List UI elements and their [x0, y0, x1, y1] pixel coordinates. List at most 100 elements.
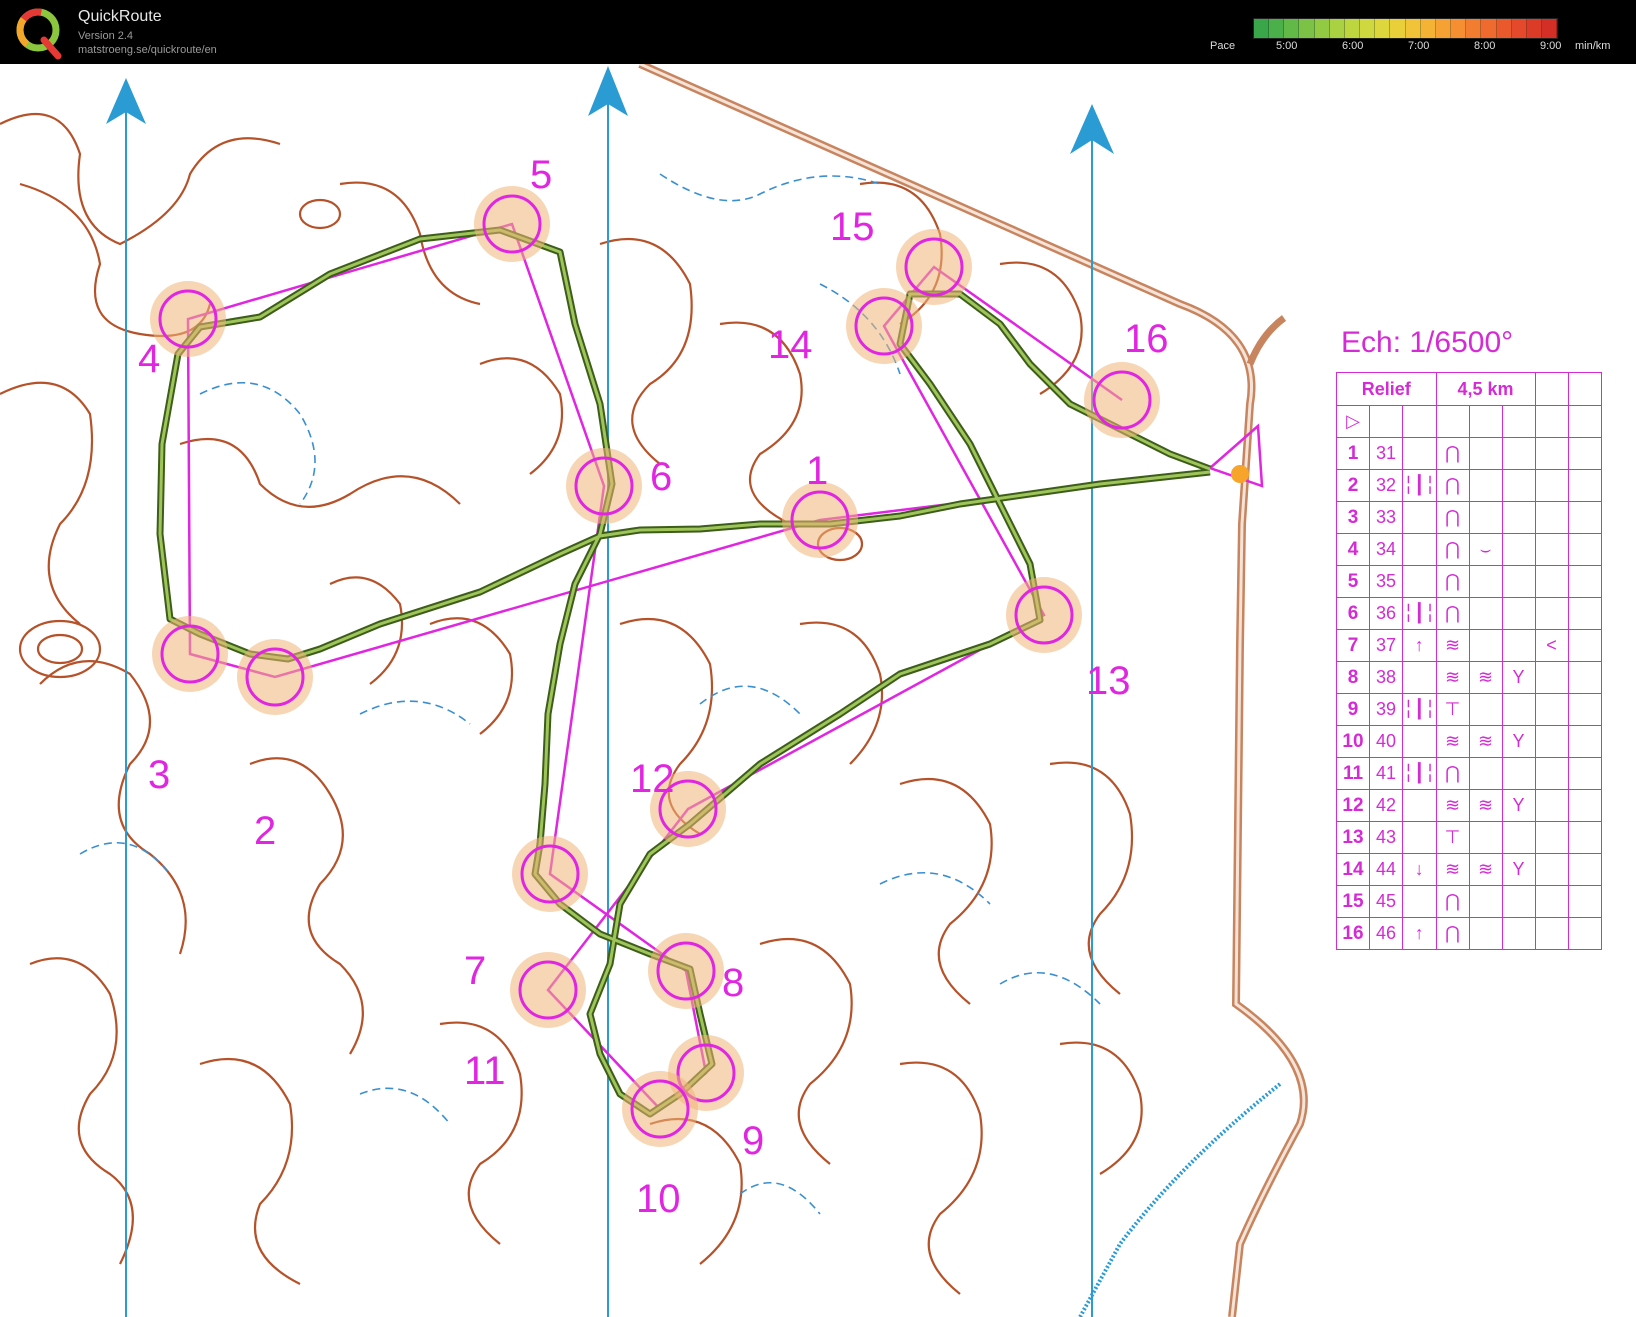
description-row: 11 41 ╎┃╎ ⋂ — [1336, 757, 1602, 790]
column-e-cell: ≋ — [1468, 789, 1503, 822]
control-code-cell: 33 — [1369, 501, 1403, 534]
control-code-cell: 42 — [1369, 789, 1403, 822]
control-code-cell: 35 — [1369, 565, 1403, 598]
control-code-cell: 34 — [1369, 533, 1403, 566]
column-g-cell — [1534, 885, 1569, 918]
description-row: 14 44 ↓ ≋ ≋ Y — [1336, 853, 1602, 886]
start-symbol-icon: ▷ — [1336, 405, 1370, 438]
column-h-cell — [1567, 565, 1602, 598]
column-d-cell: ⋂ — [1435, 533, 1470, 566]
control-number: 13 — [1086, 659, 1131, 703]
column-c-cell — [1402, 565, 1437, 598]
column-c-cell: ↓ — [1402, 853, 1437, 886]
control-code-cell: 36 — [1369, 597, 1403, 630]
pace-color-step — [1451, 19, 1467, 38]
column-d-cell: ≋ — [1435, 661, 1470, 694]
description-row: 15 45 ⋂ — [1336, 885, 1602, 918]
column-f-cell — [1501, 565, 1536, 598]
column-g-cell — [1534, 917, 1569, 950]
column-g-cell — [1534, 565, 1569, 598]
column-f-cell: Y — [1501, 789, 1536, 822]
column-h-cell — [1567, 885, 1602, 918]
column-h-cell — [1567, 725, 1602, 758]
column-f-cell — [1501, 597, 1536, 630]
pace-color-step — [1360, 19, 1376, 38]
control-number: 8 — [722, 961, 744, 1005]
column-h-cell — [1567, 693, 1602, 726]
column-h-cell — [1567, 917, 1602, 950]
column-f-cell: Y — [1501, 853, 1536, 886]
control-number-cell: 11 — [1336, 757, 1370, 790]
column-g-cell — [1534, 693, 1569, 726]
pace-tick: 5:00 — [1276, 40, 1298, 52]
column-f-cell — [1501, 885, 1536, 918]
pace-color-step — [1435, 19, 1452, 38]
column-e-cell — [1468, 757, 1503, 790]
control-number: 4 — [138, 337, 160, 381]
column-c-cell: ╎┃╎ — [1402, 469, 1437, 502]
control-code-cell: 37 — [1369, 629, 1403, 662]
app-url: matstroeng.se/quickroute/en — [78, 44, 217, 56]
column-e-cell: ≋ — [1468, 853, 1503, 886]
column-e-cell — [1468, 437, 1503, 470]
pace-unit: min/km — [1575, 40, 1611, 52]
column-d-cell: ⋂ — [1435, 437, 1470, 470]
column-c-cell: ╎┃╎ — [1402, 597, 1437, 630]
column-d-cell: ⋂ — [1435, 885, 1470, 918]
column-c-cell — [1402, 725, 1437, 758]
app-title: QuickRoute — [78, 8, 162, 25]
control-number: 1 — [806, 449, 828, 493]
column-c-cell — [1402, 661, 1437, 694]
column-f-cell — [1501, 437, 1536, 470]
column-d-cell: ≋ — [1435, 725, 1470, 758]
control-number: 12 — [630, 757, 675, 801]
pace-color-scale — [1253, 18, 1558, 39]
column-f-cell: Y — [1501, 725, 1536, 758]
column-f-cell — [1501, 821, 1536, 854]
column-h-cell — [1567, 661, 1602, 694]
pace-color-step — [1254, 19, 1270, 38]
control-code-cell: 32 — [1369, 469, 1403, 502]
pace-color-step — [1314, 19, 1330, 38]
pace-color-step — [1375, 19, 1391, 38]
pace-color-step — [1344, 19, 1361, 38]
column-g-cell — [1534, 661, 1569, 694]
control-number-cell: 3 — [1336, 501, 1370, 534]
column-c-cell: ╎┃╎ — [1402, 693, 1437, 726]
pace-color-step — [1299, 19, 1315, 38]
pace-color-step — [1329, 19, 1345, 38]
description-row: 4 34 ⋂ ⌣ — [1336, 533, 1602, 566]
column-d-cell: ≋ — [1435, 853, 1470, 886]
column-e-cell: ≋ — [1468, 725, 1503, 758]
description-row: 2 32 ╎┃╎ ⋂ — [1336, 469, 1602, 502]
pace-color-step — [1420, 19, 1436, 38]
column-h-cell — [1567, 853, 1602, 886]
column-f-cell — [1501, 533, 1536, 566]
control-code-cell: 44 — [1369, 853, 1403, 886]
pace-tick: 6:00 — [1342, 40, 1364, 52]
column-g-cell — [1534, 597, 1569, 630]
pace-color-step — [1481, 19, 1497, 38]
climb-label: Relief — [1336, 372, 1437, 406]
column-g-cell — [1534, 725, 1569, 758]
pace-color-step — [1496, 19, 1512, 38]
pace-label: Pace — [1210, 40, 1236, 52]
control-number-cell: 1 — [1336, 437, 1370, 470]
control-number: 2 — [254, 809, 276, 853]
description-row: 5 35 ⋂ — [1336, 565, 1602, 598]
pace-tick: 9:00 — [1540, 40, 1562, 52]
column-g-cell — [1534, 469, 1569, 502]
pace-color-step — [1405, 19, 1421, 38]
description-row: 9 39 ╎┃╎ ⊤ — [1336, 693, 1602, 726]
description-row: 10 40 ≋ ≋ Y — [1336, 725, 1602, 758]
column-c-cell — [1402, 437, 1437, 470]
column-d-cell: ⋂ — [1435, 565, 1470, 598]
control-code-cell: 43 — [1369, 821, 1403, 854]
column-c-cell — [1402, 885, 1437, 918]
description-row: 6 36 ╎┃╎ ⋂ — [1336, 597, 1602, 630]
column-e-cell: ≋ — [1468, 661, 1503, 694]
column-f-cell — [1501, 501, 1536, 534]
pace-color-step — [1466, 19, 1482, 38]
control-number-cell: 8 — [1336, 661, 1370, 694]
description-row: 8 38 ≋ ≋ Y — [1336, 661, 1602, 694]
